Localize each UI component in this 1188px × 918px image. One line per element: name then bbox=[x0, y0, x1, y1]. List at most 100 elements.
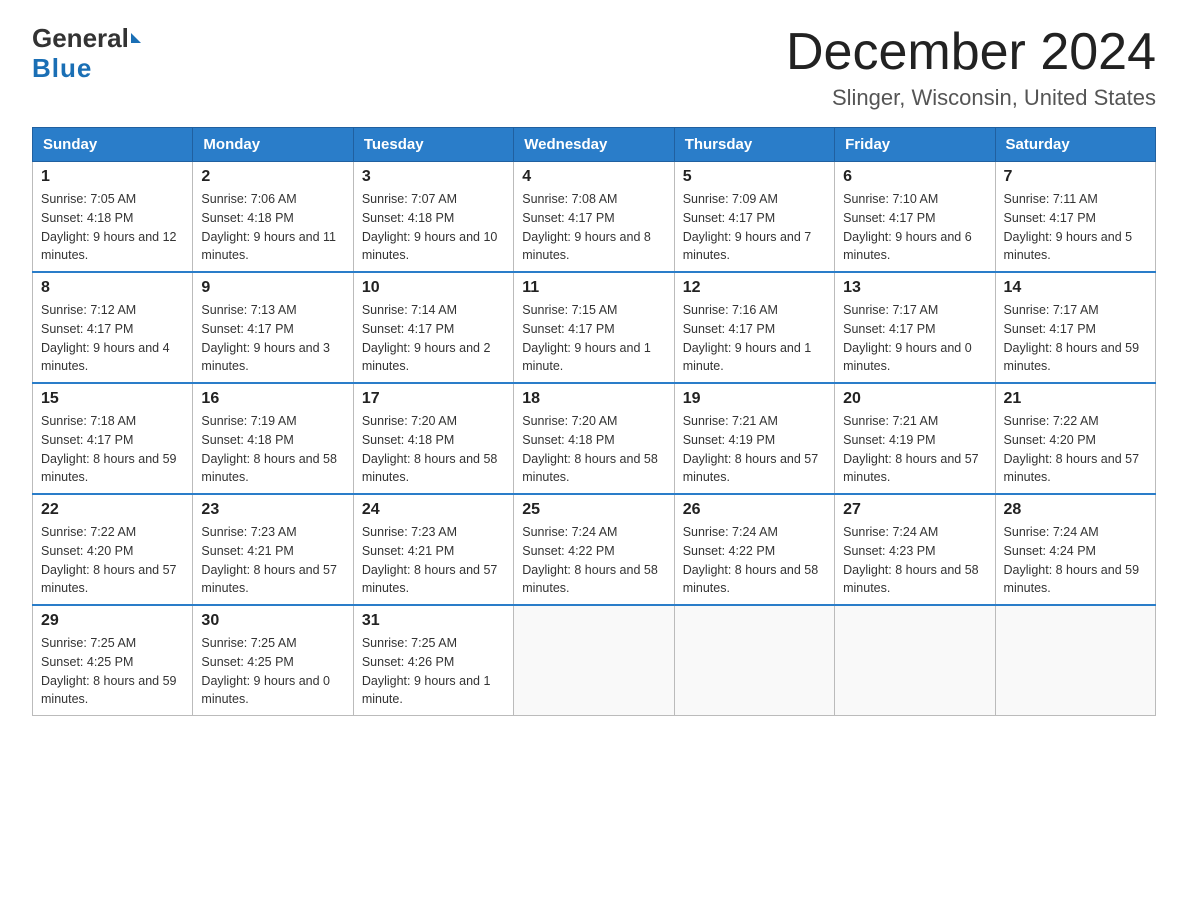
day-info: Sunrise: 7:22 AM Sunset: 4:20 PM Dayligh… bbox=[41, 523, 184, 598]
table-row: 4 Sunrise: 7:08 AM Sunset: 4:17 PM Dayli… bbox=[514, 162, 674, 273]
header-sunday: Sunday bbox=[33, 128, 193, 162]
logo-general: General bbox=[32, 24, 141, 53]
title-block: December 2024 Slinger, Wisconsin, United… bbox=[786, 24, 1156, 111]
table-row: 19 Sunrise: 7:21 AM Sunset: 4:19 PM Dayl… bbox=[674, 383, 834, 494]
day-number: 24 bbox=[362, 501, 505, 519]
day-number: 17 bbox=[362, 390, 505, 408]
header-wednesday: Wednesday bbox=[514, 128, 674, 162]
table-row: 15 Sunrise: 7:18 AM Sunset: 4:17 PM Dayl… bbox=[33, 383, 193, 494]
calendar-week-row: 15 Sunrise: 7:18 AM Sunset: 4:17 PM Dayl… bbox=[33, 383, 1156, 494]
header-tuesday: Tuesday bbox=[353, 128, 513, 162]
day-info: Sunrise: 7:19 AM Sunset: 4:18 PM Dayligh… bbox=[201, 412, 344, 487]
day-info: Sunrise: 7:25 AM Sunset: 4:25 PM Dayligh… bbox=[41, 634, 184, 709]
table-row: 27 Sunrise: 7:24 AM Sunset: 4:23 PM Dayl… bbox=[835, 494, 995, 605]
table-row: 22 Sunrise: 7:22 AM Sunset: 4:20 PM Dayl… bbox=[33, 494, 193, 605]
day-number: 25 bbox=[522, 501, 665, 519]
table-row: 18 Sunrise: 7:20 AM Sunset: 4:18 PM Dayl… bbox=[514, 383, 674, 494]
calendar-header-row: Sunday Monday Tuesday Wednesday Thursday… bbox=[33, 128, 1156, 162]
day-number: 12 bbox=[683, 279, 826, 297]
table-row: 29 Sunrise: 7:25 AM Sunset: 4:25 PM Dayl… bbox=[33, 605, 193, 716]
table-row: 14 Sunrise: 7:17 AM Sunset: 4:17 PM Dayl… bbox=[995, 272, 1155, 383]
calendar-week-row: 8 Sunrise: 7:12 AM Sunset: 4:17 PM Dayli… bbox=[33, 272, 1156, 383]
day-number: 14 bbox=[1004, 279, 1147, 297]
table-row: 31 Sunrise: 7:25 AM Sunset: 4:26 PM Dayl… bbox=[353, 605, 513, 716]
day-info: Sunrise: 7:10 AM Sunset: 4:17 PM Dayligh… bbox=[843, 190, 986, 265]
table-row: 28 Sunrise: 7:24 AM Sunset: 4:24 PM Dayl… bbox=[995, 494, 1155, 605]
calendar-week-row: 1 Sunrise: 7:05 AM Sunset: 4:18 PM Dayli… bbox=[33, 162, 1156, 273]
day-number: 6 bbox=[843, 168, 986, 186]
header-saturday: Saturday bbox=[995, 128, 1155, 162]
day-info: Sunrise: 7:23 AM Sunset: 4:21 PM Dayligh… bbox=[362, 523, 505, 598]
table-row: 17 Sunrise: 7:20 AM Sunset: 4:18 PM Dayl… bbox=[353, 383, 513, 494]
header-thursday: Thursday bbox=[674, 128, 834, 162]
day-info: Sunrise: 7:08 AM Sunset: 4:17 PM Dayligh… bbox=[522, 190, 665, 265]
day-info: Sunrise: 7:06 AM Sunset: 4:18 PM Dayligh… bbox=[201, 190, 344, 265]
day-info: Sunrise: 7:14 AM Sunset: 4:17 PM Dayligh… bbox=[362, 301, 505, 376]
day-info: Sunrise: 7:09 AM Sunset: 4:17 PM Dayligh… bbox=[683, 190, 826, 265]
day-number: 19 bbox=[683, 390, 826, 408]
day-info: Sunrise: 7:07 AM Sunset: 4:18 PM Dayligh… bbox=[362, 190, 505, 265]
table-row: 3 Sunrise: 7:07 AM Sunset: 4:18 PM Dayli… bbox=[353, 162, 513, 273]
page-header: General Blue December 2024 Slinger, Wisc… bbox=[32, 24, 1156, 111]
table-row: 23 Sunrise: 7:23 AM Sunset: 4:21 PM Dayl… bbox=[193, 494, 353, 605]
day-info: Sunrise: 7:20 AM Sunset: 4:18 PM Dayligh… bbox=[362, 412, 505, 487]
day-number: 9 bbox=[201, 279, 344, 297]
day-info: Sunrise: 7:13 AM Sunset: 4:17 PM Dayligh… bbox=[201, 301, 344, 376]
day-info: Sunrise: 7:11 AM Sunset: 4:17 PM Dayligh… bbox=[1004, 190, 1147, 265]
calendar-table: Sunday Monday Tuesday Wednesday Thursday… bbox=[32, 127, 1156, 716]
table-row: 10 Sunrise: 7:14 AM Sunset: 4:17 PM Dayl… bbox=[353, 272, 513, 383]
calendar-week-row: 22 Sunrise: 7:22 AM Sunset: 4:20 PM Dayl… bbox=[33, 494, 1156, 605]
day-number: 8 bbox=[41, 279, 184, 297]
table-row: 24 Sunrise: 7:23 AM Sunset: 4:21 PM Dayl… bbox=[353, 494, 513, 605]
table-row: 13 Sunrise: 7:17 AM Sunset: 4:17 PM Dayl… bbox=[835, 272, 995, 383]
day-info: Sunrise: 7:22 AM Sunset: 4:20 PM Dayligh… bbox=[1004, 412, 1147, 487]
day-number: 10 bbox=[362, 279, 505, 297]
day-number: 21 bbox=[1004, 390, 1147, 408]
table-row bbox=[674, 605, 834, 716]
day-info: Sunrise: 7:24 AM Sunset: 4:22 PM Dayligh… bbox=[522, 523, 665, 598]
day-number: 23 bbox=[201, 501, 344, 519]
logo-general-text: General bbox=[32, 24, 129, 53]
day-info: Sunrise: 7:12 AM Sunset: 4:17 PM Dayligh… bbox=[41, 301, 184, 376]
day-info: Sunrise: 7:21 AM Sunset: 4:19 PM Dayligh… bbox=[683, 412, 826, 487]
day-info: Sunrise: 7:25 AM Sunset: 4:25 PM Dayligh… bbox=[201, 634, 344, 709]
day-number: 7 bbox=[1004, 168, 1147, 186]
table-row bbox=[835, 605, 995, 716]
day-info: Sunrise: 7:18 AM Sunset: 4:17 PM Dayligh… bbox=[41, 412, 184, 487]
table-row: 16 Sunrise: 7:19 AM Sunset: 4:18 PM Dayl… bbox=[193, 383, 353, 494]
table-row: 30 Sunrise: 7:25 AM Sunset: 4:25 PM Dayl… bbox=[193, 605, 353, 716]
day-info: Sunrise: 7:20 AM Sunset: 4:18 PM Dayligh… bbox=[522, 412, 665, 487]
table-row: 9 Sunrise: 7:13 AM Sunset: 4:17 PM Dayli… bbox=[193, 272, 353, 383]
day-number: 20 bbox=[843, 390, 986, 408]
logo-triangle-icon bbox=[131, 33, 141, 43]
day-number: 15 bbox=[41, 390, 184, 408]
table-row bbox=[995, 605, 1155, 716]
logo: General Blue bbox=[32, 24, 141, 84]
table-row: 12 Sunrise: 7:16 AM Sunset: 4:17 PM Dayl… bbox=[674, 272, 834, 383]
day-number: 11 bbox=[522, 279, 665, 297]
day-number: 27 bbox=[843, 501, 986, 519]
day-info: Sunrise: 7:24 AM Sunset: 4:22 PM Dayligh… bbox=[683, 523, 826, 598]
calendar-week-row: 29 Sunrise: 7:25 AM Sunset: 4:25 PM Dayl… bbox=[33, 605, 1156, 716]
calendar-subtitle: Slinger, Wisconsin, United States bbox=[786, 85, 1156, 111]
day-info: Sunrise: 7:16 AM Sunset: 4:17 PM Dayligh… bbox=[683, 301, 826, 376]
table-row: 25 Sunrise: 7:24 AM Sunset: 4:22 PM Dayl… bbox=[514, 494, 674, 605]
table-row: 8 Sunrise: 7:12 AM Sunset: 4:17 PM Dayli… bbox=[33, 272, 193, 383]
table-row: 26 Sunrise: 7:24 AM Sunset: 4:22 PM Dayl… bbox=[674, 494, 834, 605]
day-number: 22 bbox=[41, 501, 184, 519]
table-row: 11 Sunrise: 7:15 AM Sunset: 4:17 PM Dayl… bbox=[514, 272, 674, 383]
day-info: Sunrise: 7:15 AM Sunset: 4:17 PM Dayligh… bbox=[522, 301, 665, 376]
table-row: 7 Sunrise: 7:11 AM Sunset: 4:17 PM Dayli… bbox=[995, 162, 1155, 273]
logo-blue-text: Blue bbox=[32, 53, 92, 84]
day-number: 4 bbox=[522, 168, 665, 186]
day-number: 31 bbox=[362, 612, 505, 630]
day-number: 2 bbox=[201, 168, 344, 186]
day-number: 30 bbox=[201, 612, 344, 630]
day-number: 16 bbox=[201, 390, 344, 408]
day-number: 5 bbox=[683, 168, 826, 186]
header-friday: Friday bbox=[835, 128, 995, 162]
day-info: Sunrise: 7:17 AM Sunset: 4:17 PM Dayligh… bbox=[843, 301, 986, 376]
day-info: Sunrise: 7:21 AM Sunset: 4:19 PM Dayligh… bbox=[843, 412, 986, 487]
table-row bbox=[514, 605, 674, 716]
table-row: 2 Sunrise: 7:06 AM Sunset: 4:18 PM Dayli… bbox=[193, 162, 353, 273]
